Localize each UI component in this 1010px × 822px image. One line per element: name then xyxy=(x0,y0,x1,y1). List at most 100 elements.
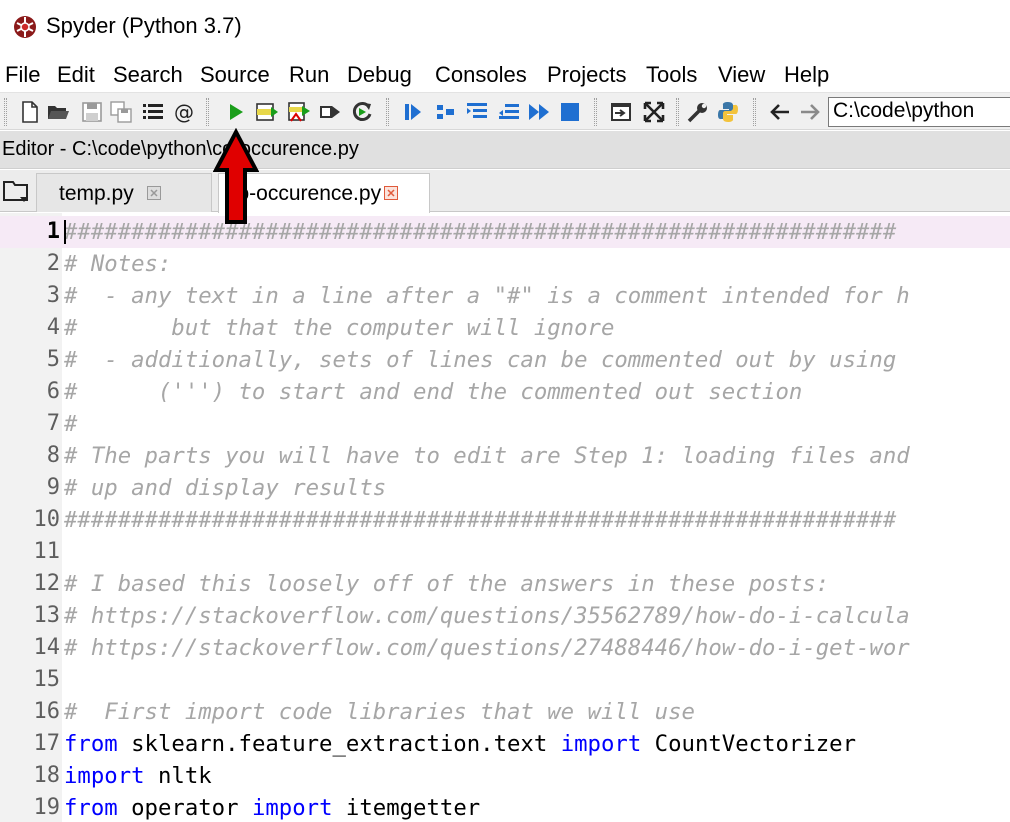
code-line[interactable]: 18 import nltk xyxy=(0,760,1010,792)
run-cell-advance-icon[interactable] xyxy=(287,100,311,124)
line-number: 14 xyxy=(33,635,61,660)
svg-text:@: @ xyxy=(174,100,194,124)
code-text: # The parts you will have to edit are St… xyxy=(64,440,910,472)
menu-run[interactable]: Run xyxy=(289,62,329,88)
at-icon[interactable]: @ xyxy=(172,100,196,124)
code-comment: # The parts you will have to edit are St… xyxy=(64,443,910,469)
forward-icon[interactable] xyxy=(798,100,822,124)
code-line[interactable]: 6 # (''') to start and end the commented … xyxy=(0,376,1010,408)
code-text: from sklearn.feature_extraction.text imp… xyxy=(64,728,856,760)
maximize-pane-icon[interactable] xyxy=(609,100,633,124)
code-comment: # - additionally, sets of lines can be c… xyxy=(64,347,897,373)
code-text: # xyxy=(64,408,77,440)
code-token: nltk xyxy=(144,763,212,789)
continue-icon[interactable] xyxy=(527,100,551,124)
line-number: 5 xyxy=(46,347,60,372)
toolbar-separator xyxy=(594,98,597,126)
code-text: # but that the computer will ignore xyxy=(64,312,614,344)
run-selection-icon[interactable] xyxy=(318,100,342,124)
code-line[interactable]: 9 # up and display results xyxy=(0,472,1010,504)
code-text: # Notes: xyxy=(64,248,171,280)
line-number: 11 xyxy=(33,539,61,564)
code-line[interactable]: 4 # but that the computer will ignore xyxy=(0,312,1010,344)
menu-projects[interactable]: Projects xyxy=(547,62,626,88)
code-text: # First import code libraries that we wi… xyxy=(64,696,695,728)
code-line[interactable]: 2 # Notes: xyxy=(0,248,1010,280)
line-number: 1 xyxy=(46,219,60,244)
code-line[interactable]: 7 # xyxy=(0,408,1010,440)
rerun-icon[interactable] xyxy=(350,100,374,124)
toolbar-separator xyxy=(676,98,679,126)
menu-search[interactable]: Search xyxy=(113,62,183,88)
code-text: # https://stackoverflow.com/questions/27… xyxy=(64,632,910,664)
code-keyword: import xyxy=(251,795,333,821)
code-comment: # - any text in a line after a "#" is a … xyxy=(64,283,910,309)
new-file-icon[interactable] xyxy=(18,100,42,124)
code-line[interactable]: 5 # - additionally, sets of lines can be … xyxy=(0,344,1010,376)
code-comment: # https://stackoverflow.com/questions/27… xyxy=(64,635,910,661)
preferences-icon[interactable] xyxy=(686,100,710,124)
title-bar: Spyder (Python 3.7) xyxy=(0,0,1010,56)
code-line[interactable]: 17 from sklearn.feature_extraction.text i… xyxy=(0,728,1010,760)
editor-tab-bar: temp.py co-occurence.py xyxy=(0,170,1010,213)
menu-consoles[interactable]: Consoles xyxy=(435,62,527,88)
code-text: # - additionally, sets of lines can be c… xyxy=(64,344,896,376)
run-cell-icon[interactable] xyxy=(255,100,279,124)
code-line[interactable]: 11 xyxy=(0,536,1010,568)
code-token: CountVectorizer xyxy=(641,731,857,757)
stop-icon[interactable] xyxy=(558,100,582,124)
outline-icon[interactable] xyxy=(141,100,165,124)
code-line[interactable]: 12 # I based this loosely off of the answ… xyxy=(0,568,1010,600)
save-icon[interactable] xyxy=(80,100,104,124)
code-comment: # First import code libraries that we wi… xyxy=(64,699,695,725)
save-all-icon[interactable] xyxy=(109,100,133,124)
browse-tabs-icon[interactable] xyxy=(2,178,32,206)
code-text: import nltk xyxy=(64,760,212,792)
code-comment: ########################################… xyxy=(64,219,897,245)
step-icon[interactable] xyxy=(434,100,458,124)
code-line[interactable]: 14 # https://stackoverflow.com/questions/… xyxy=(0,632,1010,664)
fullscreen-icon[interactable] xyxy=(642,100,666,124)
close-tab-icon[interactable] xyxy=(147,186,161,200)
code-keyword: from xyxy=(64,795,118,821)
run-icon[interactable] xyxy=(224,100,248,124)
tab-temp-py[interactable]: temp.py xyxy=(36,173,212,212)
code-text: from operator import itemgetter xyxy=(64,792,480,822)
code-editor[interactable]: 1 #######################################… xyxy=(0,213,1010,822)
menu-file[interactable]: File xyxy=(5,62,40,88)
code-line[interactable]: 19 from operator import itemgetter xyxy=(0,792,1010,822)
code-line[interactable]: 13 # https://stackoverflow.com/questions/… xyxy=(0,600,1010,632)
code-line[interactable]: 3 # - any text in a line after a "#" is a… xyxy=(0,280,1010,312)
line-number: 15 xyxy=(33,667,61,692)
menu-view[interactable]: View xyxy=(718,62,765,88)
code-line[interactable]: 10 ######################################… xyxy=(0,504,1010,536)
menu-source[interactable]: Source xyxy=(200,62,270,88)
open-file-icon[interactable] xyxy=(46,100,70,124)
main-toolbar: @ C:\code\python xyxy=(0,92,1010,130)
working-directory-input[interactable]: C:\code\python xyxy=(828,97,1010,127)
code-line[interactable]: 1 #######################################… xyxy=(0,216,1010,248)
debug-icon[interactable] xyxy=(401,100,425,124)
step-return-icon[interactable] xyxy=(497,100,521,124)
line-number: 9 xyxy=(46,475,60,500)
menu-edit[interactable]: Edit xyxy=(57,62,95,88)
annotation-arrow-icon xyxy=(213,128,259,224)
code-comment: # Notes: xyxy=(64,251,172,277)
code-line[interactable]: 16 # First import code libraries that we … xyxy=(0,696,1010,728)
code-line[interactable]: 8 # The parts you will have to edit are S… xyxy=(0,440,1010,472)
code-text: ########################################… xyxy=(64,216,896,248)
menu-debug[interactable]: Debug xyxy=(347,62,412,88)
code-token: itemgetter xyxy=(332,795,481,821)
code-line[interactable]: 15 xyxy=(0,664,1010,696)
code-comment: # (''') to start and end the commented o… xyxy=(64,379,803,405)
step-into-icon[interactable] xyxy=(465,100,489,124)
spyder-logo-icon xyxy=(14,16,36,38)
line-number: 2 xyxy=(46,251,60,276)
back-icon[interactable] xyxy=(768,100,792,124)
close-tab-icon[interactable] xyxy=(384,186,398,200)
code-keyword: import xyxy=(560,731,642,757)
python-path-icon[interactable] xyxy=(716,100,740,124)
menu-tools[interactable]: Tools xyxy=(646,62,697,88)
menu-help[interactable]: Help xyxy=(784,62,829,88)
line-number: 10 xyxy=(33,507,61,532)
